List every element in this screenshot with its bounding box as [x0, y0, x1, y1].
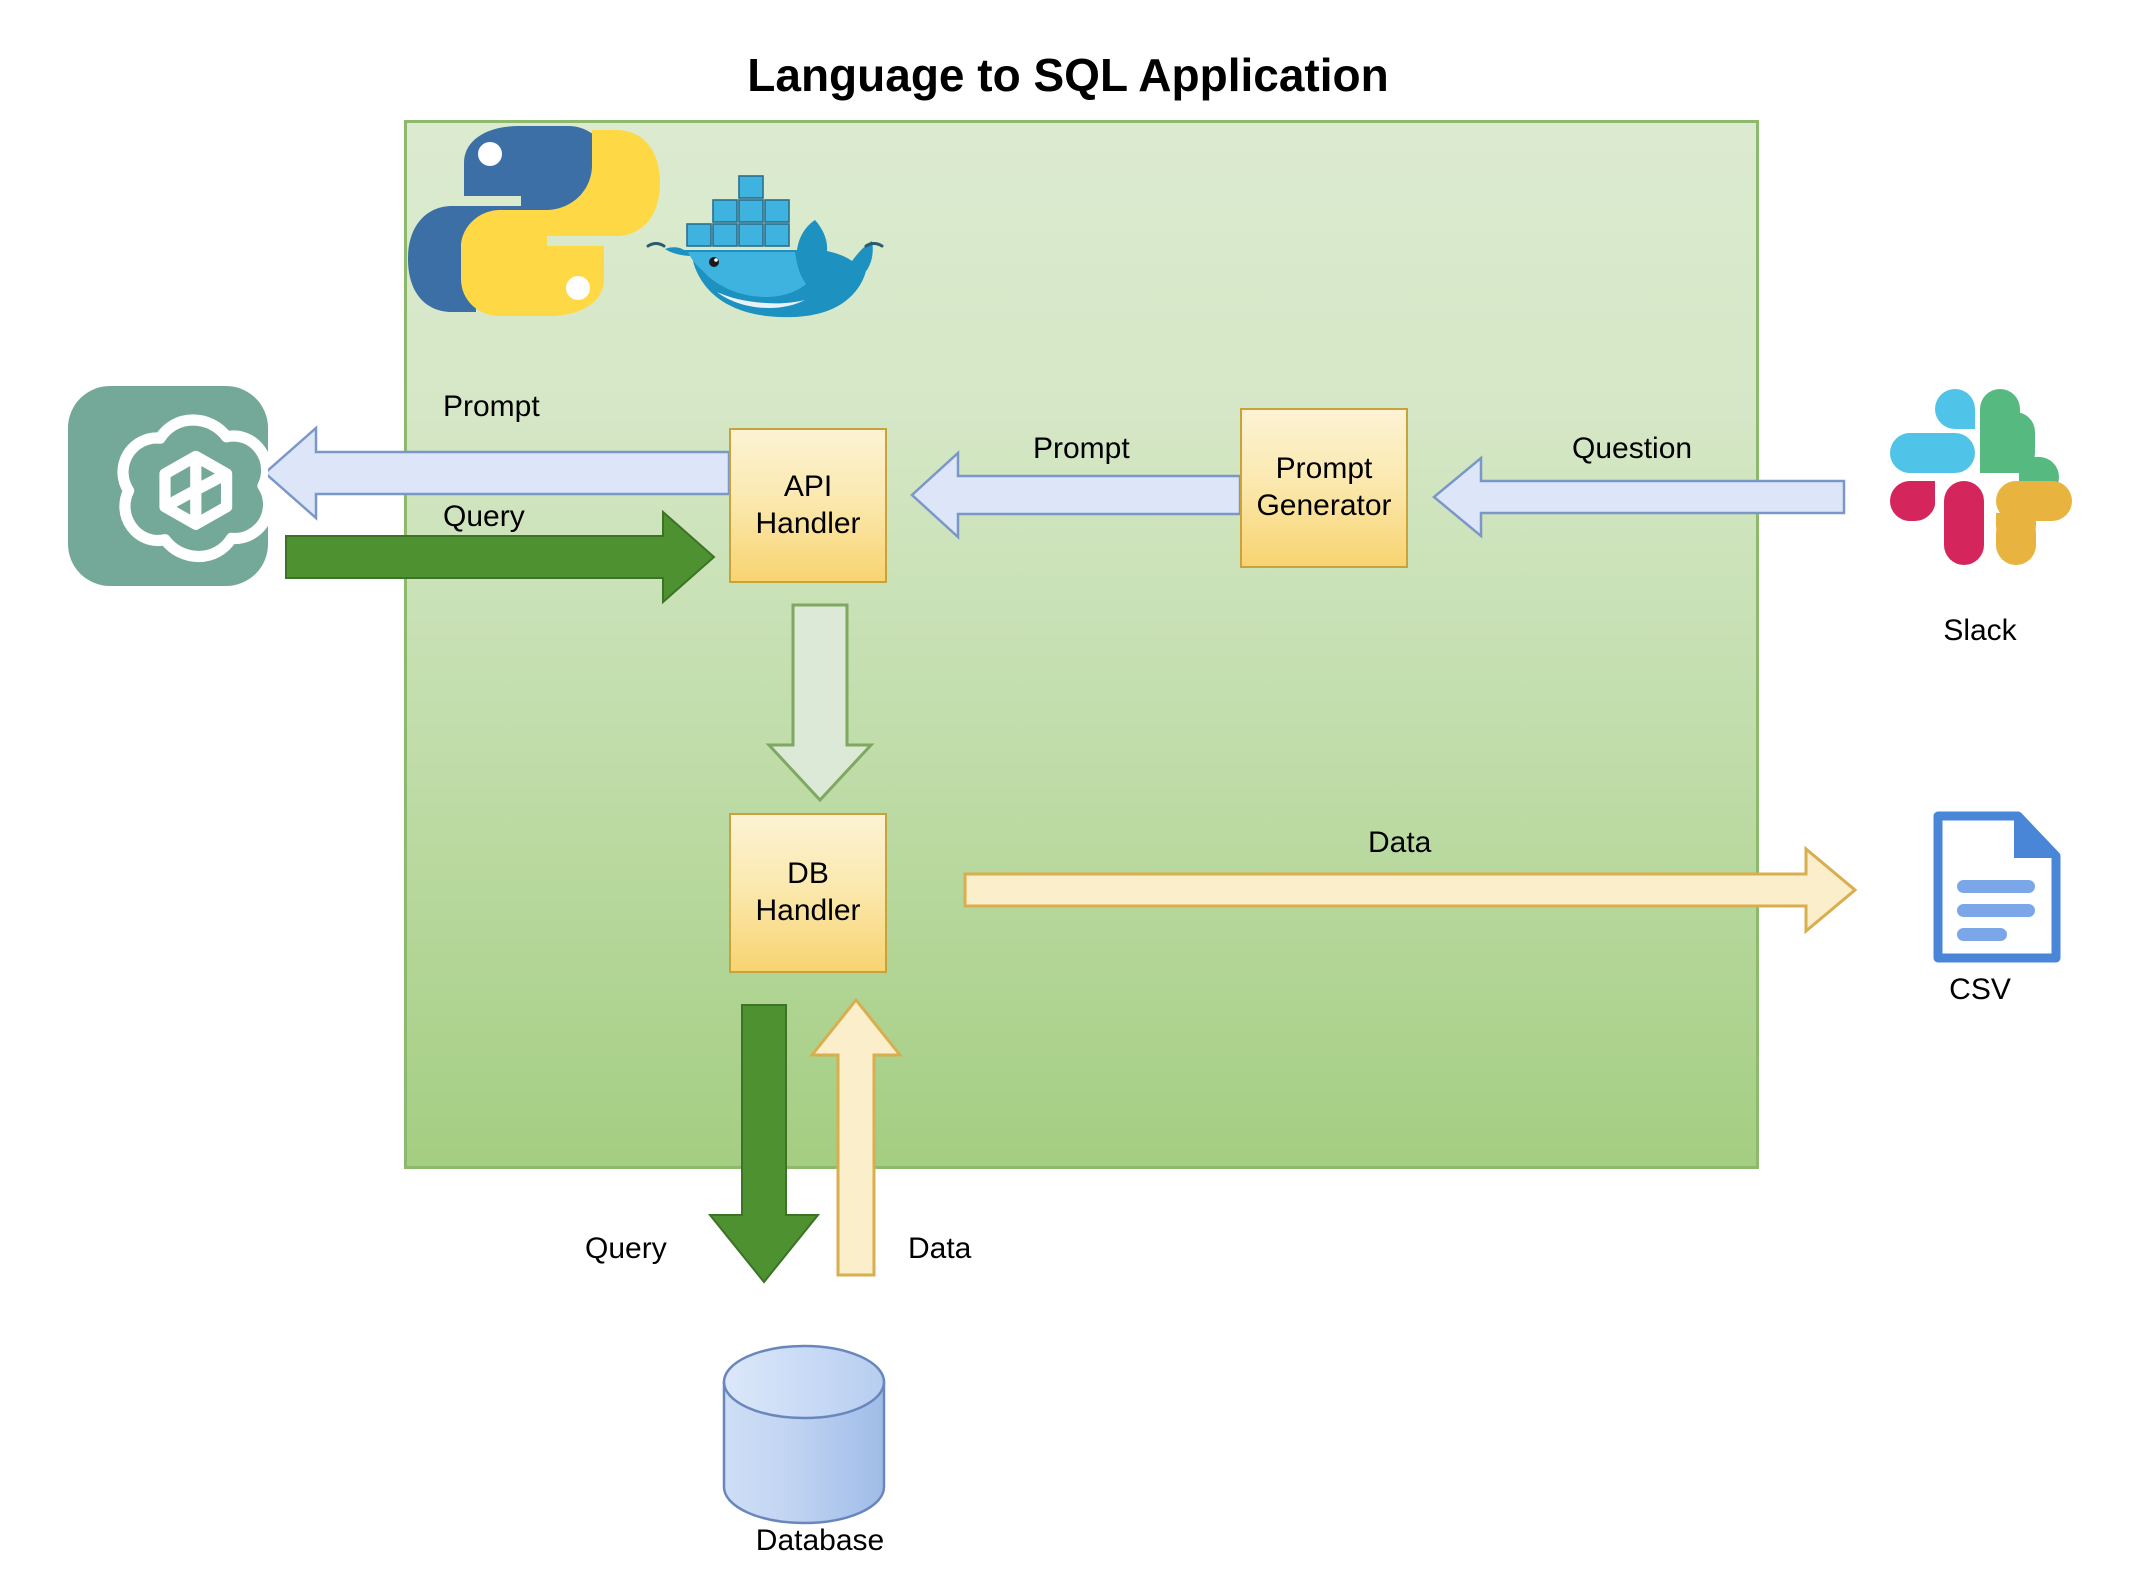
- diagram-canvas: Language to SQL Application API Handler …: [0, 0, 2136, 1590]
- box-db-handler-line2: Handler: [755, 894, 861, 927]
- flow-label-query-from-openai: Query: [443, 500, 525, 533]
- flow-data-to-csv: [963, 845, 1858, 935]
- box-prompt-generator-line2: Generator: [1256, 489, 1392, 522]
- connector-layer: [112, 126, 2072, 1525]
- caption-database: Database: [755, 1524, 885, 1557]
- box-api-handler[interactable]: API Handler: [729, 428, 887, 583]
- python-logo: [408, 126, 660, 316]
- flow-label-query-to-database: Query: [585, 1232, 667, 1265]
- flow-data-from-database: [808, 997, 904, 1277]
- docker-logo: [646, 175, 884, 318]
- caption-slack: Slack: [1943, 614, 2017, 647]
- box-prompt-generator-line1: Prompt: [1275, 452, 1373, 486]
- box-db-handler[interactable]: DB Handler: [729, 813, 887, 973]
- box-api-handler-line1: API: [783, 469, 833, 503]
- flow-label-data-from-database: Data: [908, 1232, 972, 1265]
- box-api-handler-line2: Handler: [755, 506, 861, 540]
- box-prompt-generator[interactable]: Prompt Generator: [1240, 408, 1408, 568]
- flow-label-prompt-to-api: Prompt: [1033, 432, 1130, 465]
- slack-logo: [1890, 389, 2072, 565]
- flow-label-question: Question: [1572, 432, 1693, 465]
- database-cylinder-icon: [722, 1344, 886, 1525]
- csv-file-icon: [1933, 811, 2061, 963]
- flow-label-data-to-csv: Data: [1368, 826, 1432, 859]
- caption-csv: CSV: [1949, 973, 2011, 1006]
- flow-query-to-database: [707, 1004, 821, 1284]
- flow-api-to-db-handler: [765, 603, 875, 803]
- flow-label-prompt-to-openai: Prompt: [443, 390, 540, 423]
- flow-question-to-prompt-gen: [1432, 455, 1846, 539]
- box-db-handler-line1: DB: [787, 857, 829, 891]
- openai-mark: [117, 414, 268, 563]
